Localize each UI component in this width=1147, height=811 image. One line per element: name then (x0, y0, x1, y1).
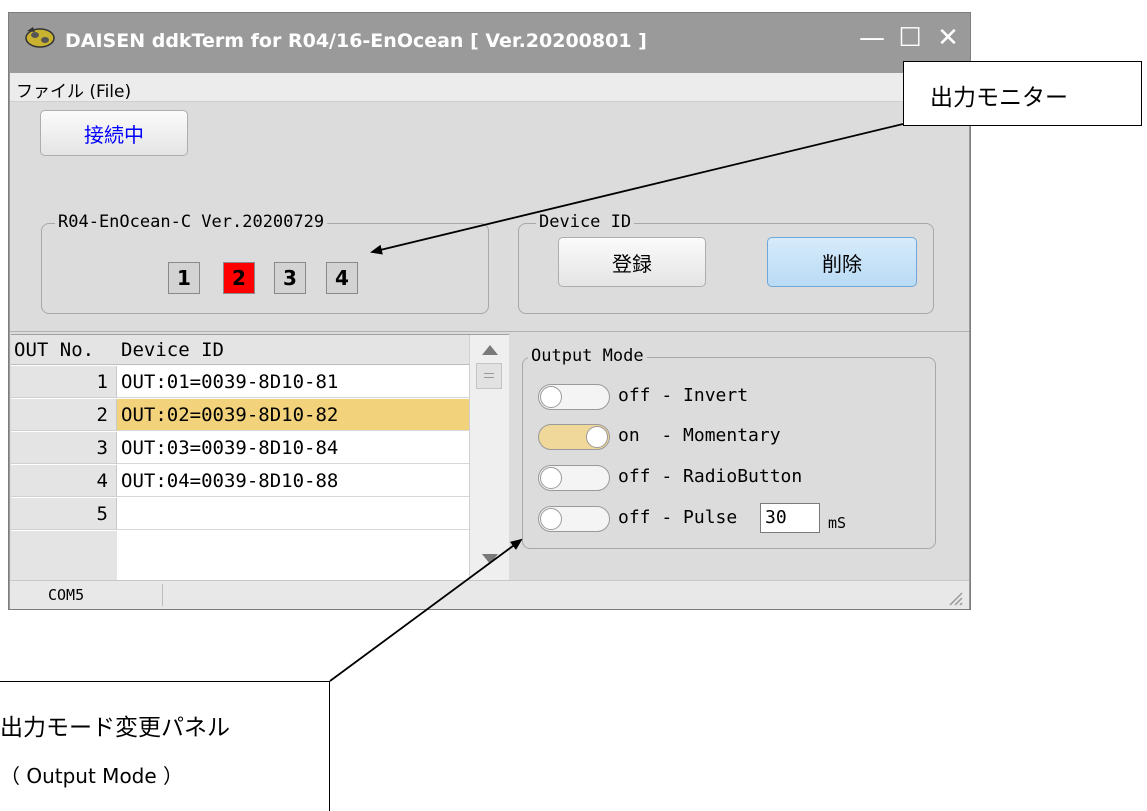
output-mode-arrow (329, 538, 523, 682)
monitor-arrow (370, 123, 904, 255)
annotation-arrows (329, 123, 904, 682)
